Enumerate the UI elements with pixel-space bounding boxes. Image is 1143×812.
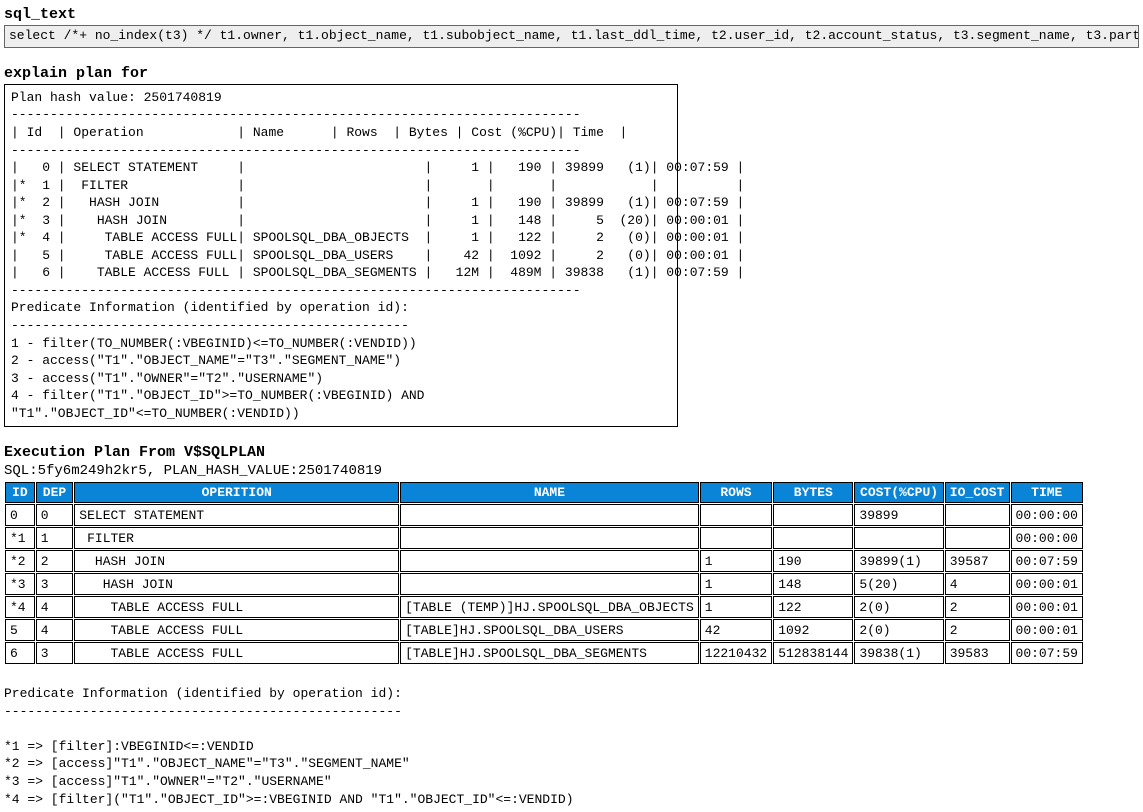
table-cell: 00:00:01 — [1011, 596, 1083, 618]
table-cell: *1 — [5, 527, 35, 549]
table-cell — [854, 527, 943, 549]
table-cell: 4 — [945, 573, 1010, 595]
table-cell: [TABLE]HJ.SPOOLSQL_DBA_USERS — [400, 619, 699, 641]
col-name: NAME — [400, 482, 699, 503]
table-cell: 5 — [5, 619, 35, 641]
table-cell: 3 — [36, 642, 74, 664]
table-cell: HASH JOIN — [74, 573, 399, 595]
table-row: 00SELECT STATEMENT3989900:00:00 — [5, 504, 1083, 526]
col-cost: COST(%CPU) — [854, 482, 943, 503]
table-row: *33 HASH JOIN 11485(20)400:00:01 — [5, 573, 1083, 595]
sql-text-box: select /*+ no_index(t3) */ t1.owner, t1.… — [4, 25, 1139, 48]
table-cell: 00:00:01 — [1011, 573, 1083, 595]
col-rows: ROWS — [700, 482, 772, 503]
table-cell — [400, 573, 699, 595]
table-cell: 512838144 — [773, 642, 853, 664]
table-cell: TABLE ACCESS FULL — [74, 619, 399, 641]
table-row: *44 TABLE ACCESS FULL[TABLE (TEMP)]HJ.SP… — [5, 596, 1083, 618]
col-bytes: BYTES — [773, 482, 853, 503]
table-cell: 00:07:59 — [1011, 642, 1083, 664]
table-cell — [400, 527, 699, 549]
table-cell: *3 — [5, 573, 35, 595]
table-cell: 2 — [945, 596, 1010, 618]
table-cell: TABLE ACCESS FULL — [74, 642, 399, 664]
table-cell: 39587 — [945, 550, 1010, 572]
table-cell — [945, 527, 1010, 549]
table-cell: 12210432 — [700, 642, 772, 664]
table-cell: 122 — [773, 596, 853, 618]
table-cell: [TABLE (TEMP)]HJ.SPOOLSQL_DBA_OBJECTS — [400, 596, 699, 618]
col-time: TIME — [1011, 482, 1083, 503]
table-cell: 00:00:00 — [1011, 527, 1083, 549]
col-id: ID — [5, 482, 35, 503]
table-cell: 1 — [700, 573, 772, 595]
table-cell: *4 — [5, 596, 35, 618]
col-op: OPERITION — [74, 482, 399, 503]
table-cell — [400, 504, 699, 526]
table-cell: 00:07:59 — [1011, 550, 1083, 572]
table-row: *22 HASH JOIN 119039899(1)3958700:07:59 — [5, 550, 1083, 572]
vsqlplan-info: SQL:5fy6m249h2kr5, PLAN_HASH_VALUE:25017… — [4, 463, 1139, 479]
table-cell: 39583 — [945, 642, 1010, 664]
table-cell: 0 — [5, 504, 35, 526]
table-cell: 1 — [700, 596, 772, 618]
table-cell: 190 — [773, 550, 853, 572]
table-cell: 39838(1) — [854, 642, 943, 664]
table-cell: 1 — [36, 527, 74, 549]
table-cell: 1092 — [773, 619, 853, 641]
table-cell: *2 — [5, 550, 35, 572]
explain-plan-heading: explain plan for — [4, 65, 1139, 82]
table-cell: 42 — [700, 619, 772, 641]
explain-plan-box: Plan hash value: 2501740819 ------------… — [4, 84, 678, 427]
table-cell: 3 — [36, 573, 74, 595]
table-cell — [400, 550, 699, 572]
table-cell — [945, 504, 1010, 526]
sql-text-label: sql_text — [4, 6, 1139, 23]
table-cell: 148 — [773, 573, 853, 595]
table-row: *11 FILTER 00:00:00 — [5, 527, 1083, 549]
table-header-row: ID DEP OPERITION NAME ROWS BYTES COST(%C… — [5, 482, 1083, 503]
table-cell: 4 — [36, 619, 74, 641]
table-cell: 2 — [36, 550, 74, 572]
vsqlplan-heading: Execution Plan From V$SQLPLAN — [4, 444, 1139, 461]
table-cell: [TABLE]HJ.SPOOLSQL_DBA_SEGMENTS — [400, 642, 699, 664]
table-cell: 00:00:00 — [1011, 504, 1083, 526]
table-row: 54 TABLE ACCESS FULL[TABLE]HJ.SPOOLSQL_D… — [5, 619, 1083, 641]
table-cell: 0 — [36, 504, 74, 526]
table-cell: 39899 — [854, 504, 943, 526]
col-dep: DEP — [36, 482, 74, 503]
table-cell: 2 — [945, 619, 1010, 641]
table-cell: 4 — [36, 596, 74, 618]
table-row: 63 TABLE ACCESS FULL[TABLE]HJ.SPOOLSQL_D… — [5, 642, 1083, 664]
table-cell: 6 — [5, 642, 35, 664]
table-cell: SELECT STATEMENT — [74, 504, 399, 526]
table-cell: FILTER — [74, 527, 399, 549]
table-cell: 2(0) — [854, 596, 943, 618]
table-cell — [773, 504, 853, 526]
table-cell: 2(0) — [854, 619, 943, 641]
vsqlplan-table: ID DEP OPERITION NAME ROWS BYTES COST(%C… — [4, 481, 1084, 665]
table-cell: 1 — [700, 550, 772, 572]
table-cell: 00:00:01 — [1011, 619, 1083, 641]
table-cell: 39899(1) — [854, 550, 943, 572]
table-cell: 5(20) — [854, 573, 943, 595]
table-cell — [700, 504, 772, 526]
table-cell — [773, 527, 853, 549]
table-cell: HASH JOIN — [74, 550, 399, 572]
predicate-info: Predicate Information (identified by ope… — [4, 685, 1139, 808]
table-cell — [700, 527, 772, 549]
table-cell: TABLE ACCESS FULL — [74, 596, 399, 618]
col-io: IO_COST — [945, 482, 1010, 503]
